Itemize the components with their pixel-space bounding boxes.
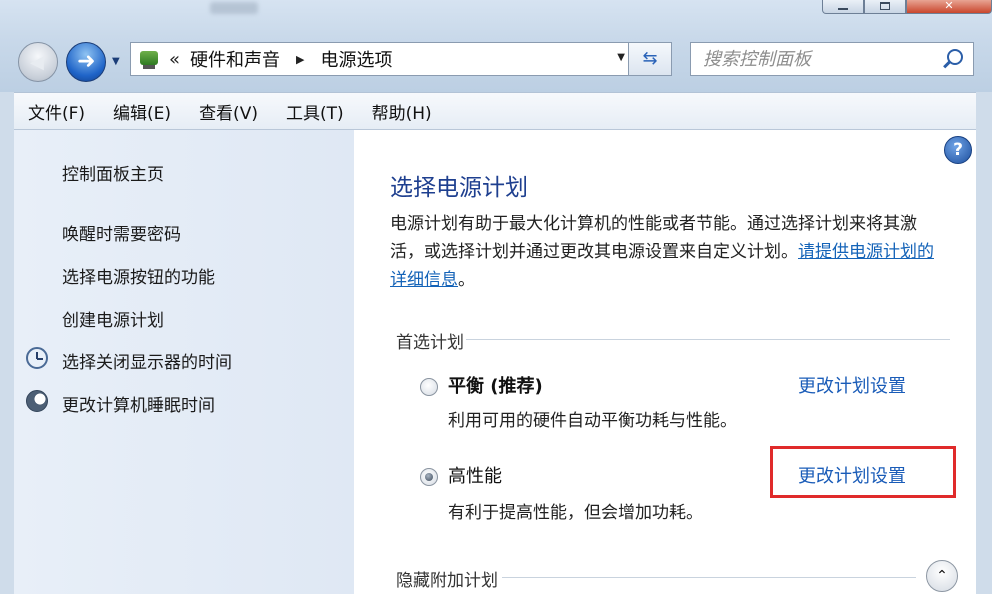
menu-bar: 文件(F) 编辑(E) 查看(V) 工具(T) 帮助(H) — [14, 92, 976, 130]
caption-buttons: ✕ — [822, 0, 992, 14]
sidebar-item-create-plan[interactable]: 创建电源计划 — [62, 306, 164, 331]
description-tail: 。 — [458, 270, 475, 290]
forward-button[interactable]: ➜ — [66, 42, 106, 82]
sidebar-item-display-off-time[interactable]: 选择关闭显示器的时间 — [62, 348, 232, 373]
search-icon[interactable] — [947, 49, 963, 65]
plan-high-performance-name[interactable]: 高性能 — [448, 462, 502, 488]
preferred-plans-header: 首选计划 — [396, 333, 464, 353]
breadcrumb-hardware-sound[interactable]: 硬件和声音 — [190, 46, 280, 72]
refresh-button[interactable]: ⇆ — [628, 42, 672, 76]
menu-file[interactable]: 文件(F) — [28, 99, 85, 124]
plan-balanced-description: 利用可用的硬件自动平衡功耗与性能。 — [448, 411, 737, 431]
back-arrow-icon: ◀ — [30, 52, 44, 73]
menu-edit[interactable]: 编辑(E) — [113, 99, 171, 124]
preferred-plans-divider — [466, 339, 950, 340]
highlight-annotation-box — [770, 446, 956, 498]
hidden-plans-divider — [502, 577, 916, 578]
window-title — [210, 2, 258, 14]
plan-high-performance-description: 有利于提高性能，但会增加功耗。 — [448, 503, 703, 523]
sidebar-item-sleep-time[interactable]: 更改计算机睡眠时间 — [62, 391, 215, 416]
menu-help[interactable]: 帮助(H) — [372, 99, 432, 124]
maximize-icon — [880, 2, 890, 10]
search-input[interactable] — [691, 43, 931, 75]
close-button[interactable]: ✕ — [906, 0, 992, 14]
help-icon[interactable]: ? — [944, 136, 972, 164]
page-title: 选择电源计划 — [390, 175, 528, 201]
change-plan-settings-balanced[interactable]: 更改计划设置 — [798, 372, 906, 398]
search-box[interactable] — [690, 42, 974, 76]
hidden-plans-header: 隐藏附加计划 — [396, 571, 498, 591]
breadcrumb-arrow-icon[interactable]: ▶ — [296, 53, 304, 66]
sidebar-item-power-buttons[interactable]: 选择电源按钮的功能 — [62, 263, 215, 288]
maximize-button[interactable] — [864, 0, 906, 14]
page-description: 电源计划有助于最大化计算机的性能或者节能。通过选择计划来将其激活，或选择计划并通… — [390, 210, 950, 294]
breadcrumb-power-options[interactable]: 电源选项 — [320, 46, 392, 72]
sidebar-item-wake-password[interactable]: 唤醒时需要密码 — [62, 220, 181, 245]
plan-balanced-radio[interactable] — [420, 378, 438, 396]
moon-icon — [26, 390, 48, 412]
address-dropdown-icon[interactable]: ▼ — [617, 52, 625, 63]
control-panel-icon — [137, 46, 163, 72]
menu-tools[interactable]: 工具(T) — [286, 99, 344, 124]
minimize-button[interactable] — [822, 0, 864, 14]
address-bar[interactable]: « 硬件和声音 ▶ 电源选项 ▼ — [130, 42, 660, 76]
breadcrumb-overflow[interactable]: « — [169, 49, 180, 70]
plan-high-performance-radio[interactable] — [420, 468, 438, 486]
clock-icon — [26, 347, 48, 369]
plan-balanced-name[interactable]: 平衡 (推荐) — [448, 372, 543, 398]
expand-hidden-plans-button[interactable]: ⌃ — [926, 560, 958, 592]
window-frame-right — [976, 92, 992, 594]
back-button[interactable]: ◀ — [18, 42, 58, 82]
sidebar-control-panel-home[interactable]: 控制面板主页 — [62, 160, 164, 185]
menu-view[interactable]: 查看(V) — [199, 99, 258, 124]
minimize-icon — [838, 7, 848, 10]
close-icon: ✕ — [944, 0, 954, 12]
forward-arrow-icon: ➜ — [77, 49, 96, 74]
recent-pages-dropdown[interactable]: ▼ — [112, 56, 120, 67]
